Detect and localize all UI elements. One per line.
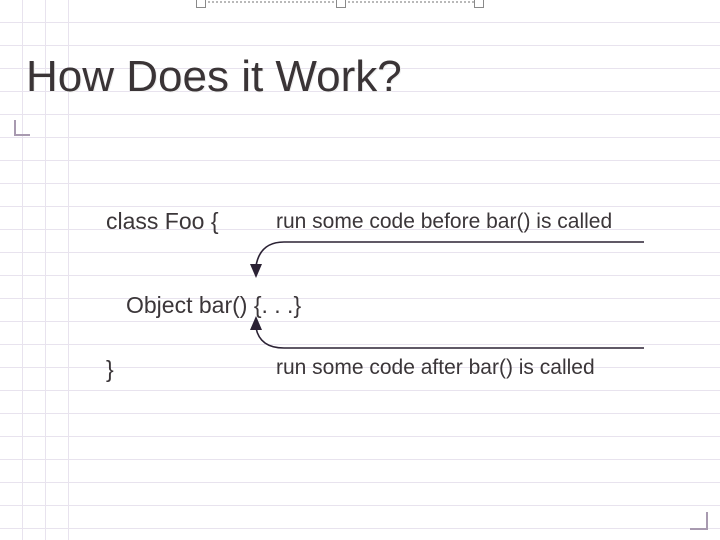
code-line-class: class Foo { <box>106 208 219 235</box>
slide-title: How Does it Work? <box>26 52 402 102</box>
corner-accent-top-left <box>14 120 36 142</box>
slide: How Does it Work? class Foo { Object bar… <box>0 0 720 540</box>
annotation-before: run some code before bar() is called <box>276 210 612 234</box>
arrow-after-icon <box>244 316 664 354</box>
arrow-before-icon <box>244 238 664 284</box>
code-line-close-brace: } <box>106 356 114 383</box>
code-line-method: Object bar() {. . .} <box>126 292 301 319</box>
corner-accent-bottom-right <box>684 506 708 530</box>
annotation-after: run some code after bar() is called <box>276 356 595 380</box>
placeholder-resize-handles <box>200 0 480 10</box>
